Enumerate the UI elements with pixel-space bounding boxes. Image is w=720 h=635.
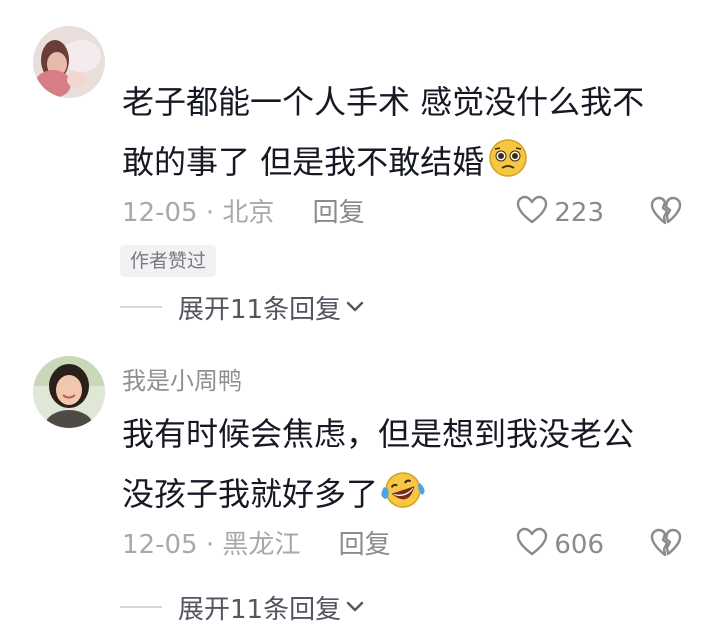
expand-replies-label: 展开11条回复 <box>178 594 342 625</box>
expand-replies-label: 展开11条回复 <box>178 294 342 325</box>
comment-date: 12-05 <box>122 198 198 228</box>
pleading-face-emoji <box>486 137 530 198</box>
comment-date: 12-05 <box>122 530 198 560</box>
comment-text: 我有时候会焦虑，但是想到我没老公 没孩子我就好多了 <box>122 404 702 530</box>
comment-text-line: 老子都能一个人手术 感觉没什么我不 <box>122 83 645 121</box>
comment-text: 老子都能一个人手术 感觉没什么我不 敢的事了 但是我不敢结婚 <box>122 72 702 198</box>
like-count: 606 <box>554 530 604 560</box>
broken-heart-icon <box>650 196 682 230</box>
broken-heart-icon <box>650 528 682 562</box>
like-count: 223 <box>554 198 604 228</box>
expand-replies-button[interactable]: 展开11条回复 <box>120 289 365 325</box>
dislike-button[interactable] <box>650 195 682 231</box>
comment-location: 黑龙江 <box>222 530 301 560</box>
heart-outline-icon <box>516 527 548 564</box>
comment-text-line: 敢的事了 但是我不敢结婚 <box>122 143 485 181</box>
chevron-down-icon <box>345 300 365 314</box>
meta-separator: · <box>205 530 215 560</box>
avatar[interactable] <box>33 26 105 98</box>
dislike-button[interactable] <box>650 527 682 563</box>
like-button[interactable]: 606 <box>516 527 604 563</box>
chevron-down-icon <box>345 600 365 614</box>
like-button[interactable]: 223 <box>516 195 604 231</box>
reply-button[interactable]: 回复 <box>339 527 391 563</box>
reply-button[interactable]: 回复 <box>313 195 365 231</box>
comment-location: 北京 <box>222 198 275 228</box>
comment-text-line: 我有时候会焦虑，但是想到我没老公 <box>122 415 635 453</box>
meta-separator: · <box>205 198 215 228</box>
expand-replies-button[interactable]: 展开11条回复 <box>120 589 365 625</box>
laughing-tears-emoji <box>380 469 426 530</box>
divider-dash <box>120 606 162 608</box>
comment-text-line: 没孩子我就好多了 <box>122 475 379 513</box>
heart-outline-icon <box>516 195 548 232</box>
comment-meta: 12-05 · 北京 回复 <box>122 195 365 231</box>
username[interactable]: 我是小周鸭 <box>122 366 242 396</box>
author-liked-badge: 作者赞过 <box>120 245 217 277</box>
comment-meta: 12-05 · 黑龙江 回复 <box>122 527 391 563</box>
divider-dash <box>120 306 162 308</box>
avatar[interactable] <box>33 356 105 428</box>
